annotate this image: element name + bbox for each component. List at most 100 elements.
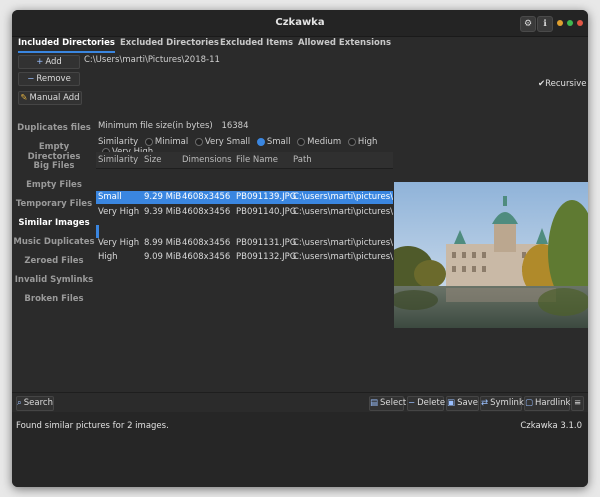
- remove-button[interactable]: − Remove: [18, 72, 80, 86]
- radio-label-small: Small: [266, 137, 291, 147]
- save-label: Save: [457, 398, 478, 408]
- sidebar-item-temporary-files[interactable]: Temporary Files: [12, 199, 96, 209]
- search-button[interactable]: ⌕ Search: [16, 396, 54, 411]
- maximize-button[interactable]: [567, 20, 573, 26]
- mode-sidebar: Duplicates files Empty Directories Big F…: [12, 115, 97, 390]
- delete-label: Delete: [417, 398, 446, 408]
- sidebar-item-similar-images[interactable]: Similar Images: [12, 218, 96, 228]
- close-button[interactable]: [577, 20, 583, 26]
- title-bar: Czkawka ⚙ ℹ: [12, 10, 588, 37]
- action-bar: ⌕ Search ▤ Select − Delete ▣ Save ⇄ Symlink ▢…: [12, 392, 588, 413]
- manual-add-button[interactable]: ✎ Manual Add: [18, 91, 82, 105]
- cell-size: 9.39 MiB: [144, 207, 182, 217]
- included-directory-path[interactable]: C:\Users\marti\Pictures\2018-11: [84, 55, 220, 65]
- radio-label-minimal: Minimal: [154, 137, 189, 147]
- similarity-label: Similarity: [98, 137, 139, 147]
- table-row[interactable]: Very High 8.99 MiB 4608x3456 PB091131.JP…: [96, 237, 393, 250]
- min-size-label: Minimum file size(in bytes): [98, 121, 213, 131]
- cell-file-name: PB091131.JPG: [236, 238, 297, 248]
- cell-similarity: Very High: [98, 238, 140, 248]
- results-panel: Minimum file size(in bytes) 16384 Simila…: [96, 115, 393, 390]
- select-label: Select: [380, 398, 407, 408]
- table-row[interactable]: High 9.09 MiB 4608x3456 PB091132.JPG C:\…: [96, 251, 393, 264]
- symlink-button[interactable]: ⇄ Symlink: [480, 396, 524, 411]
- image-preview: [394, 182, 588, 328]
- settings-icon[interactable]: ⚙: [520, 16, 536, 32]
- radio-small[interactable]: [256, 137, 265, 146]
- delete-button[interactable]: − Delete: [407, 396, 446, 411]
- radio-label-high: High: [357, 137, 378, 147]
- notebook-tabs: Included Directories Excluded Directorie…: [12, 37, 588, 53]
- symlink-icon: ⇄: [481, 398, 489, 408]
- column-size[interactable]: Size: [144, 155, 161, 165]
- minimize-button[interactable]: [557, 20, 563, 26]
- hardlink-button[interactable]: ▢ Hardlink: [524, 396, 570, 411]
- cell-dimensions: 4608x3456: [182, 192, 231, 202]
- add-button[interactable]: + Add: [18, 55, 80, 69]
- cell-similarity: Small: [98, 192, 122, 202]
- table-row[interactable]: Small 9.29 MiB 4608x3456 PB091139.JPG C:…: [96, 191, 393, 204]
- cell-file-name: PB091132.JPG: [236, 252, 297, 262]
- table-row[interactable]: Very High 9.39 MiB 4608x3456 PB091140.JP…: [96, 206, 393, 219]
- cell-path: C:\users\marti\pictures\2018-11: [293, 207, 393, 217]
- column-similarity[interactable]: Similarity: [98, 155, 138, 165]
- column-dimensions[interactable]: Dimensions: [182, 155, 232, 165]
- cell-similarity: Very High: [98, 207, 140, 217]
- cell-dimensions: 4608x3456: [182, 252, 231, 262]
- sidebar-item-big-files[interactable]: Big Files: [12, 161, 96, 171]
- radio-very-small[interactable]: [194, 137, 203, 146]
- cell-size: 8.99 MiB: [144, 238, 182, 248]
- column-file-name[interactable]: File Name: [236, 155, 278, 165]
- min-size-input[interactable]: 16384: [221, 121, 248, 131]
- cell-dimensions: 4608x3456: [182, 238, 231, 248]
- cell-path: C:\users\marti\pictures\2018-11: [293, 192, 393, 202]
- sidebar-item-empty-files[interactable]: Empty Files: [12, 180, 96, 190]
- cell-size: 9.09 MiB: [144, 252, 182, 262]
- save-icon: ▣: [447, 398, 456, 408]
- radio-label-very-small: Very Small: [204, 137, 251, 147]
- radio-label-medium: Medium: [307, 137, 342, 147]
- cell-dimensions: 4608x3456: [182, 207, 231, 217]
- tab-excluded-directories[interactable]: Excluded Directories: [120, 38, 219, 51]
- status-area: Found similar pictures for 2 images. Czk…: [12, 412, 588, 487]
- select-icon: ▤: [370, 398, 379, 408]
- remove-icon: −: [27, 74, 35, 84]
- tab-allowed-extensions[interactable]: Allowed Extensions: [298, 38, 391, 51]
- search-label: Search: [23, 398, 53, 408]
- window-title: Czkawka: [275, 17, 325, 28]
- radio-high[interactable]: [347, 137, 356, 146]
- status-message: Found similar pictures for 2 images.: [16, 421, 169, 431]
- remove-label: Remove: [36, 74, 71, 84]
- cell-file-name: PB091139.JPG: [236, 192, 297, 202]
- add-icon: +: [36, 57, 44, 67]
- sidebar-item-empty-directories[interactable]: Empty Directories: [12, 142, 96, 162]
- cell-path: C:\users\marti\pictures\2018-11: [293, 252, 393, 262]
- recursive-checkbox[interactable]: ✔Recursive: [538, 79, 586, 89]
- sidebar-item-duplicate-files[interactable]: Duplicates files: [12, 123, 96, 133]
- search-icon: ⌕: [17, 398, 22, 408]
- version-label: Czkawka 3.1.0: [520, 421, 582, 431]
- select-button[interactable]: ▤ Select: [369, 396, 407, 411]
- hardlink-icon: ▢: [525, 398, 534, 408]
- recursive-label: Recursive: [545, 79, 587, 89]
- sidebar-item-broken-files[interactable]: Broken Files: [12, 294, 96, 304]
- sidebar-item-music-duplicates[interactable]: Music Duplicates: [12, 237, 96, 247]
- tab-included-directories[interactable]: Included Directories: [18, 38, 115, 53]
- info-icon[interactable]: ℹ: [537, 16, 553, 32]
- app-window: Czkawka ⚙ ℹ Included Directories Exclude…: [12, 10, 588, 487]
- add-label: Add: [45, 57, 62, 67]
- column-path[interactable]: Path: [293, 155, 312, 165]
- tab-excluded-items[interactable]: Excluded Items: [220, 38, 293, 51]
- manual-add-icon: ✎: [20, 93, 28, 103]
- radio-medium[interactable]: [297, 137, 306, 146]
- min-size-row: Minimum file size(in bytes) 16384: [98, 121, 248, 131]
- symlink-label: Symlink: [490, 398, 524, 408]
- hardlink-label: Hardlink: [535, 398, 571, 408]
- save-button[interactable]: ▣ Save: [446, 396, 479, 411]
- table-header: Similarity Size Dimensions File Name Pat…: [96, 152, 393, 169]
- hamburger-icon: ≡: [573, 398, 582, 408]
- radio-minimal[interactable]: [144, 137, 153, 146]
- menu-button[interactable]: ≡: [571, 396, 584, 411]
- sidebar-item-invalid-symlinks[interactable]: Invalid Symlinks: [12, 275, 96, 285]
- sidebar-item-zeroed-files[interactable]: Zeroed Files: [12, 256, 96, 266]
